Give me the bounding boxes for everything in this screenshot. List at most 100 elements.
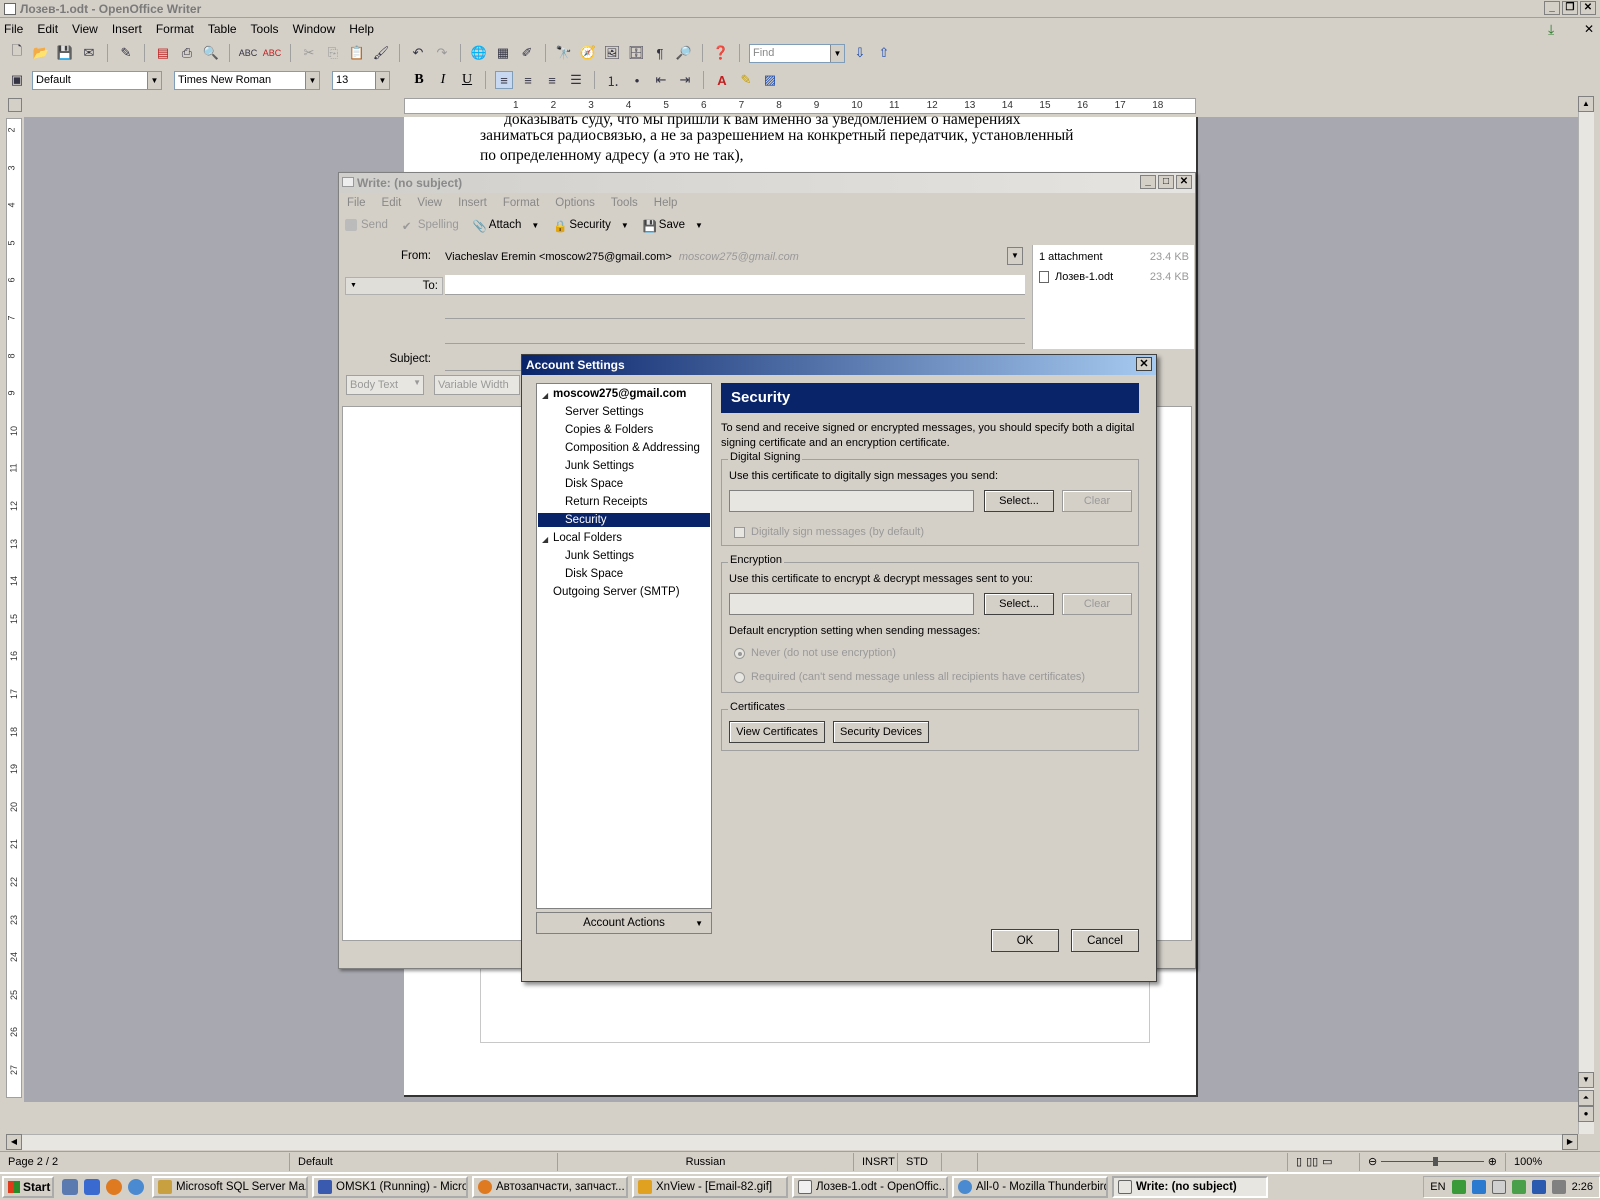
edit-file-icon[interactable]: ✎ (117, 44, 135, 62)
new-document-icon[interactable]: 🗋 (8, 43, 26, 62)
undo-icon[interactable]: ↶ (409, 44, 427, 62)
volume-icon[interactable] (1551, 1180, 1566, 1194)
tree-server-settings[interactable]: Server Settings (565, 406, 644, 418)
encryption-select-button[interactable]: Select... (984, 593, 1054, 615)
tree-junk-settings[interactable]: Junk Settings (565, 460, 634, 472)
tree-outgoing-server[interactable]: Outgoing Server (SMTP) (553, 586, 680, 598)
menu-help[interactable]: Help (349, 22, 374, 36)
radio-button[interactable] (734, 647, 745, 659)
scroll-up-icon[interactable]: ▲ (1578, 96, 1594, 112)
email-document-icon[interactable]: ✉ (80, 44, 98, 62)
formatting-marks-icon[interactable]: ¶ (651, 44, 669, 62)
find-previous-icon[interactable]: ⇧ (875, 44, 893, 62)
task-thunderbird[interactable]: All-0 - Mozilla Thunderbird (952, 1176, 1108, 1198)
collapse-triangle-icon[interactable]: ◢ (542, 535, 548, 544)
chevron-down-icon[interactable]: ▼ (147, 71, 161, 89)
bullets-icon[interactable]: • (628, 71, 646, 89)
attach-button[interactable]: 📎 Attach ▼ (473, 219, 540, 233)
close-icon[interactable]: ✕ (1580, 1, 1596, 15)
bold-button[interactable]: B (410, 72, 428, 88)
status-page[interactable]: Page 2 / 2 (0, 1152, 290, 1171)
task-sql-server[interactable]: Microsoft SQL Server Ma... (152, 1176, 308, 1198)
restore-icon[interactable]: ❐ (1562, 1, 1578, 15)
compose-menu-edit[interactable]: Edit (382, 197, 402, 209)
vertical-scrollbar[interactable]: ▲ ▼ ⏶ ● (1578, 96, 1594, 1134)
font-size-select[interactable]: 13 ▼ (332, 70, 390, 90)
recipient-row-3[interactable] (445, 343, 1025, 344)
view-certificates-button[interactable]: View Certificates (729, 721, 825, 743)
horizontal-scrollbar[interactable]: ◀ ▶ (6, 1134, 1578, 1150)
menu-file[interactable]: File (4, 22, 23, 36)
italic-button[interactable]: I (434, 72, 452, 88)
task-xnview[interactable]: XnView - [Email-82.gif] (632, 1176, 788, 1198)
task-firefox[interactable]: Автозапчасти, запчаст... (472, 1176, 628, 1198)
tree-local-folders[interactable]: Local Folders (553, 532, 622, 544)
task-openoffice[interactable]: Лозев-1.odt - OpenOffic... (792, 1176, 948, 1198)
chevron-down-icon[interactable]: ▼ (621, 221, 629, 230)
send-button[interactable]: Send (345, 219, 388, 231)
security-tray-icon[interactable] (1511, 1180, 1526, 1194)
find-next-icon[interactable]: ⇩ (851, 44, 869, 62)
zoom-out-icon[interactable]: ⊖ (1368, 1155, 1377, 1168)
from-select[interactable]: Viacheslav Eremin <moscow275@gmail.com> … (439, 248, 1024, 268)
maximize-icon[interactable]: □ (1158, 175, 1174, 189)
align-right-icon[interactable]: ≡ (543, 71, 561, 89)
status-insert-mode[interactable]: INSRT (854, 1152, 898, 1171)
close-icon[interactable]: ✕ (1176, 175, 1192, 189)
firefox-icon[interactable] (106, 1179, 122, 1195)
chevron-down-icon[interactable]: ▼ (375, 71, 389, 89)
compose-menu-format[interactable]: Format (503, 197, 539, 209)
paragraph-format-select[interactable]: Body Text ▼ (346, 375, 424, 395)
minimize-icon[interactable]: _ (1140, 175, 1156, 189)
show-desktop-icon[interactable] (62, 1179, 78, 1195)
export-pdf-icon[interactable]: ▤ (154, 44, 172, 62)
draw-functions-icon[interactable]: ✐ (518, 44, 536, 62)
save-icon[interactable]: 💾 (56, 44, 74, 62)
scroll-left-icon[interactable]: ◀ (6, 1134, 22, 1150)
open-icon[interactable]: 📂 (32, 44, 50, 62)
tree-local-junk-settings[interactable]: Junk Settings (565, 550, 634, 562)
compose-menu-help[interactable]: Help (654, 197, 678, 209)
chevron-down-icon[interactable]: ▼ (305, 71, 319, 89)
digitally-sign-checkbox[interactable]: Digitally sign messages (by default) (734, 526, 924, 538)
navigation-icon[interactable]: ● (1578, 1106, 1594, 1122)
close-icon[interactable]: ✕ (1136, 357, 1152, 371)
tree-composition-addressing[interactable]: Composition & Addressing (565, 442, 700, 454)
increase-indent-icon[interactable]: ⇥ (676, 71, 694, 89)
scroll-down-icon[interactable]: ▼ (1578, 1072, 1594, 1088)
spelling-button[interactable]: ✔ Spelling (402, 219, 459, 233)
security-button[interactable]: 🔒 Security ▼ (553, 219, 629, 233)
cancel-button[interactable]: Cancel (1071, 929, 1139, 952)
previous-page-icon[interactable]: ⏶ (1578, 1090, 1594, 1106)
zoom-track[interactable] (1381, 1157, 1484, 1166)
clock[interactable]: 2:26 (1572, 1181, 1593, 1193)
vertical-ruler[interactable]: 2 3 4 5 6 7 8 9 10 11 12 13 14 15 16 17 18 19 20 21 22 23 24 25… (6, 118, 22, 1098)
book-view-icon[interactable]: ▭ (1322, 1155, 1332, 1168)
network-icon[interactable] (1451, 1180, 1466, 1194)
radio-button[interactable] (734, 671, 745, 683)
menu-format[interactable]: Format (156, 22, 194, 36)
tree-security[interactable]: Security (538, 513, 710, 527)
zoom-icon[interactable]: 🔎 (675, 44, 693, 62)
collapse-triangle-icon[interactable]: ◢ (542, 391, 548, 400)
tree-return-receipts[interactable]: Return Receipts (565, 496, 647, 508)
status-page-style[interactable]: Default (290, 1152, 558, 1171)
cut-icon[interactable]: ✂ (300, 44, 318, 62)
font-color-icon[interactable]: A (713, 71, 731, 89)
styles-formatting-icon[interactable]: ▣ (8, 71, 26, 89)
view-layout[interactable]: ▯ ▯▯ ▭ (1288, 1152, 1360, 1171)
justify-icon[interactable]: ☰ (567, 71, 585, 89)
menu-tools[interactable]: Tools (251, 22, 279, 36)
spellcheck-icon[interactable]: ABC (239, 44, 258, 62)
format-paintbrush-icon[interactable]: 🖌 (372, 44, 390, 62)
find-replace-icon[interactable]: 🔭 (555, 44, 573, 62)
recipient-row-2[interactable] (445, 318, 1025, 319)
menu-table[interactable]: Table (208, 22, 237, 36)
paste-icon[interactable]: 📋 (348, 44, 366, 62)
thunderbird-icon[interactable] (128, 1179, 144, 1195)
encryption-never-radio[interactable]: Never (do not use encryption) (734, 647, 896, 659)
zoom-slider[interactable]: ⊖ ⊕ (1360, 1152, 1506, 1171)
chevron-down-icon[interactable]: ▼ (695, 221, 703, 230)
minimize-icon[interactable]: _ (1544, 1, 1560, 15)
font-width-select[interactable]: Variable Width (434, 375, 520, 395)
